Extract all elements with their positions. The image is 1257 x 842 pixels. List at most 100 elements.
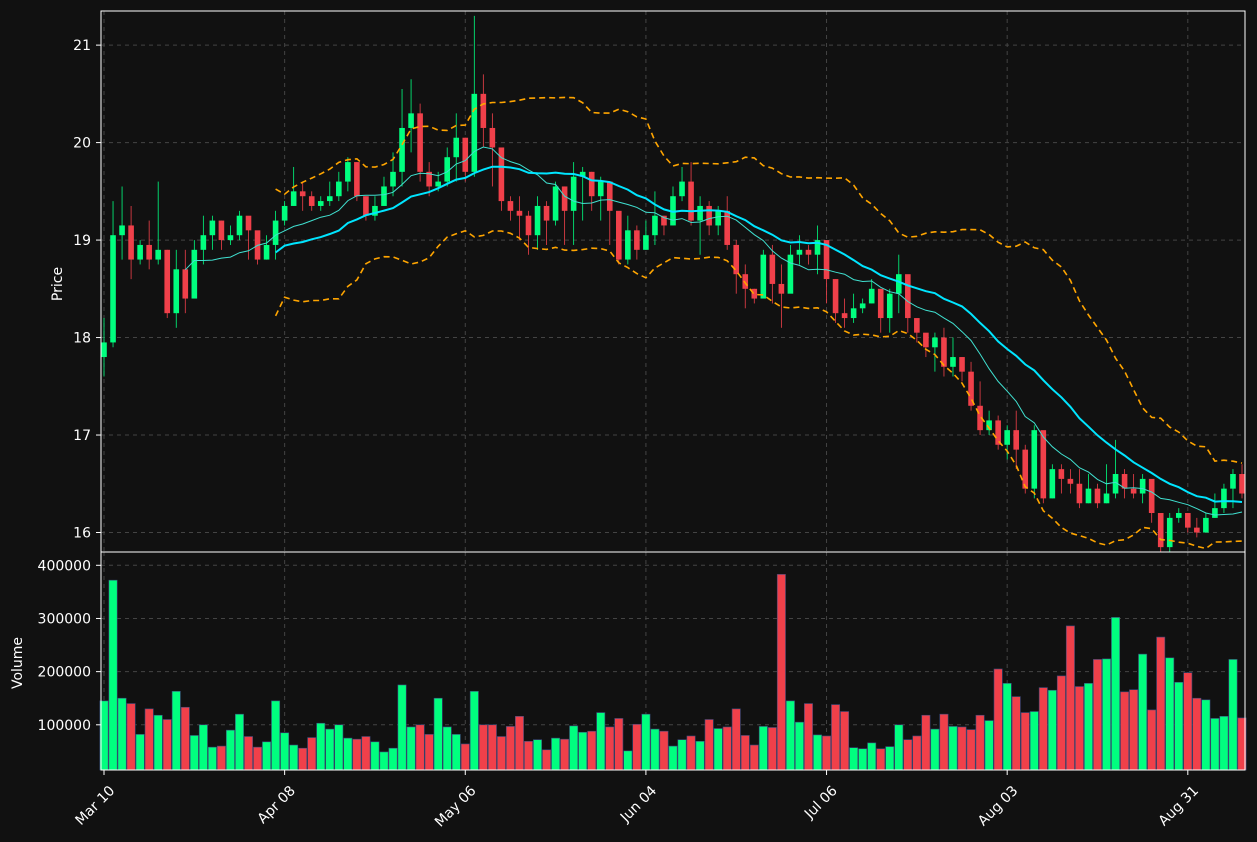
volume-bar — [1011, 696, 1021, 771]
candle-body — [1040, 430, 1047, 499]
volume-bar — [442, 726, 452, 771]
volume-bar — [560, 738, 570, 771]
candle-body — [1166, 517, 1173, 548]
volume-bar — [325, 728, 335, 771]
candle-body — [1212, 508, 1218, 518]
candle-body — [1004, 430, 1010, 445]
candle-body — [272, 220, 279, 245]
candle-body — [516, 210, 523, 216]
volume-bar — [415, 724, 425, 771]
candle-body — [914, 318, 920, 333]
candle-body — [1031, 430, 1038, 489]
candle-body — [1058, 469, 1065, 479]
candle — [254, 230, 261, 265]
volume-bar — [433, 697, 443, 771]
volume-bar — [749, 744, 759, 771]
volume-bar — [1147, 709, 1157, 771]
candle-body — [390, 171, 396, 187]
candle-body — [950, 357, 956, 367]
candle-body — [399, 127, 405, 172]
candle-body — [561, 186, 568, 211]
volume-bar — [370, 741, 380, 771]
candle-body — [796, 249, 803, 255]
volume-bar — [117, 697, 127, 771]
candle-body — [787, 254, 794, 294]
candle-body — [209, 220, 216, 236]
volume-bar — [1174, 681, 1184, 771]
candle — [1031, 425, 1038, 499]
volume-bar — [478, 724, 488, 771]
candle-body — [263, 244, 270, 260]
volume-bar — [207, 746, 217, 771]
volume-bar — [253, 746, 262, 771]
candle-body — [290, 191, 297, 206]
candle-body — [923, 332, 929, 348]
volume-bar — [587, 730, 597, 771]
volume-bar — [343, 737, 353, 771]
volume-bar — [596, 712, 606, 771]
volume-bar — [731, 708, 741, 771]
candle-body — [1049, 469, 1056, 499]
volume-tick-label: 400000 — [38, 558, 91, 574]
candle-body — [534, 205, 541, 236]
volume-bar — [524, 740, 533, 771]
candle-body — [643, 235, 649, 250]
volume-bar — [533, 739, 542, 771]
volume-bar — [180, 706, 190, 771]
volume-bar — [578, 731, 588, 771]
volume-bar — [668, 745, 678, 771]
candle-body — [146, 244, 152, 260]
candle-body — [932, 337, 938, 348]
candle-body — [850, 308, 857, 319]
volume-bar — [153, 714, 163, 771]
candle-body — [543, 205, 550, 221]
volume-bar — [804, 703, 813, 771]
volume-bar — [849, 747, 859, 771]
candle — [552, 181, 559, 226]
candle-body — [1203, 517, 1209, 533]
candle-body — [236, 215, 243, 236]
volume-bar — [1047, 689, 1057, 771]
candle-body — [1022, 449, 1029, 489]
volume-bar — [1129, 689, 1139, 771]
candle-body — [832, 279, 839, 314]
volume-bar — [551, 737, 561, 771]
candle-body — [1076, 483, 1083, 504]
candle-body — [905, 274, 911, 319]
volume-bar — [244, 736, 253, 771]
volume-bar — [822, 735, 831, 771]
volume-tick-label: 100000 — [38, 718, 91, 734]
volume-bar — [569, 725, 579, 771]
volume-bar — [379, 751, 389, 771]
volume-bar — [542, 749, 552, 771]
candle-body — [778, 283, 785, 294]
volume-bar — [1219, 715, 1229, 771]
candle-body — [317, 201, 324, 206]
volume-bar — [785, 700, 795, 771]
volume-bar — [280, 732, 290, 771]
volume-bar — [930, 728, 940, 771]
volume-bar — [831, 704, 841, 771]
candle-body — [634, 230, 640, 250]
candle-body — [453, 137, 460, 158]
candle-body — [480, 93, 487, 128]
candle-body — [381, 186, 387, 206]
volume-bar — [858, 748, 868, 771]
volume-bar — [722, 726, 732, 771]
candle-body — [715, 210, 721, 226]
candle-body — [326, 196, 333, 202]
volume-bar — [1165, 657, 1175, 771]
candle-body — [101, 342, 107, 358]
volume-bar — [515, 715, 524, 771]
volume-bar — [876, 748, 886, 771]
candle-body — [959, 357, 965, 372]
volume-bar — [1056, 675, 1066, 771]
volume-bar — [1120, 691, 1130, 771]
volume-bar — [704, 719, 714, 771]
candle-body — [218, 220, 225, 241]
volume-bar — [1038, 687, 1048, 771]
volume-bar — [388, 747, 398, 771]
candle-body — [1130, 488, 1137, 494]
candle — [616, 210, 622, 265]
volume-bar — [957, 726, 967, 771]
